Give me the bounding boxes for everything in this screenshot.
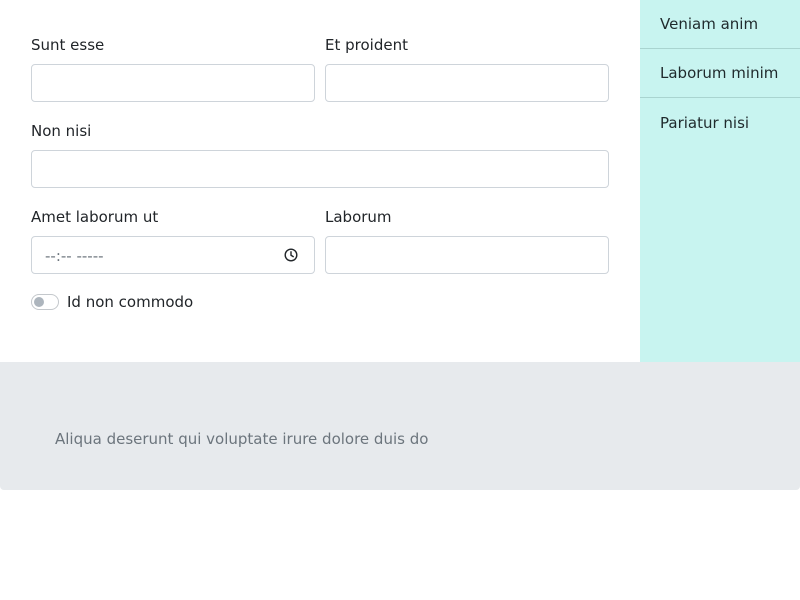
- id-non-commodo-switch[interactable]: [31, 294, 59, 310]
- et-proident-label: Et proident: [325, 36, 408, 54]
- sidebar-item-laborum-minim[interactable]: Laborum minim: [640, 49, 800, 98]
- page: Sunt esse Et proident Non nisi Amet labo…: [0, 0, 800, 600]
- et-proident-input[interactable]: [325, 64, 609, 102]
- footer: Aliqua deserunt qui voluptate irure dolo…: [0, 362, 800, 490]
- laborum-label: Laborum: [325, 208, 392, 226]
- id-non-commodo-switch-row: Id non commodo: [31, 292, 193, 312]
- id-non-commodo-label[interactable]: Id non commodo: [67, 292, 193, 312]
- sidebar-item-pariatur-nisi[interactable]: Pariatur nisi: [640, 98, 800, 147]
- sunt-esse-input[interactable]: [31, 64, 315, 102]
- non-nisi-input[interactable]: [31, 150, 609, 188]
- sunt-esse-label: Sunt esse: [31, 36, 105, 54]
- footer-text: Aliqua deserunt qui voluptate irure dolo…: [55, 430, 429, 448]
- non-nisi-label: Non nisi: [31, 122, 92, 140]
- time-input-value: --:-- -----: [45, 247, 104, 265]
- sidebar: Veniam anim Laborum minim Pariatur nisi: [640, 0, 800, 362]
- amet-laborum-ut-label: Amet laborum ut: [31, 208, 159, 226]
- clock-icon[interactable]: [284, 248, 298, 262]
- time-input[interactable]: --:-- -----: [31, 236, 315, 274]
- sidebar-item-veniam-anim[interactable]: Veniam anim: [640, 0, 800, 49]
- laborum-input[interactable]: [325, 236, 609, 274]
- switch-knob: [34, 297, 44, 307]
